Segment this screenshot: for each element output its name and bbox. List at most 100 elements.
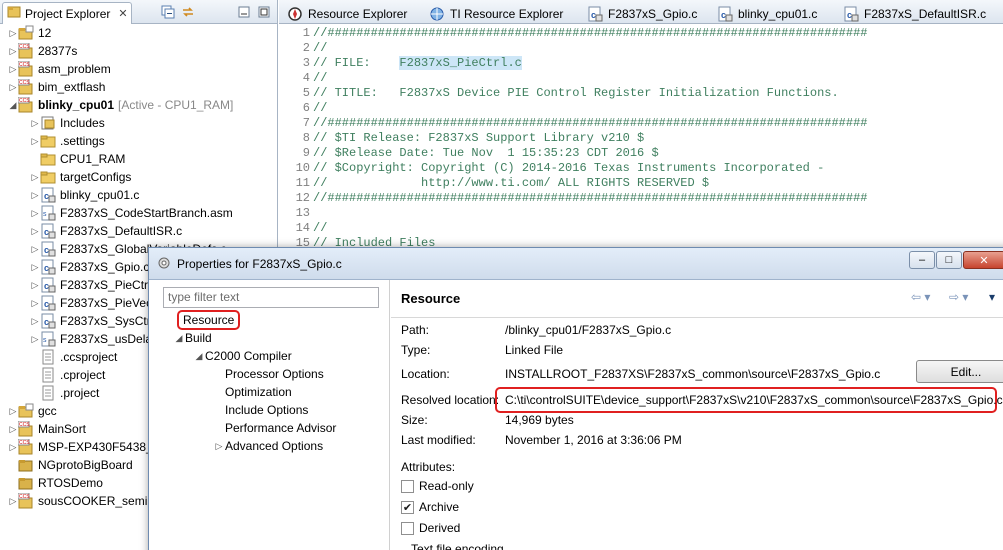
derived-checkbox[interactable]: Derived bbox=[401, 521, 460, 535]
expand-arrow-icon[interactable]: ▷ bbox=[213, 441, 225, 452]
tree-item[interactable]: ▷ c F2837xS_DefaultISR.c bbox=[0, 222, 277, 240]
tree-item[interactable]: ▷ CCS asm_problem bbox=[0, 60, 277, 78]
property-page-item[interactable]: Resource bbox=[149, 310, 389, 330]
tree-item[interactable]: ▷ .settings bbox=[0, 132, 277, 150]
svg-text:c: c bbox=[44, 263, 49, 273]
property-page-item[interactable]: ◢ Build bbox=[149, 329, 389, 347]
expand-arrow-icon[interactable]: ▷ bbox=[30, 190, 40, 201]
expand-arrow-icon[interactable]: ▷ bbox=[30, 172, 40, 183]
expand-arrow-icon[interactable]: ▷ bbox=[30, 262, 40, 273]
expand-arrow-icon[interactable]: ▷ bbox=[30, 316, 40, 327]
property-page-item[interactable]: Processor Options bbox=[149, 365, 389, 383]
includes-icon bbox=[40, 115, 56, 131]
expand-arrow-icon[interactable]: ◢ bbox=[8, 100, 18, 111]
maximize-view-icon[interactable] bbox=[256, 4, 272, 20]
code-text: // $TI Release: F2837xS Support Library … bbox=[313, 131, 645, 145]
code-text: // $Release Date: Tue Nov 1 15:35:23 CDT… bbox=[313, 146, 659, 160]
tab-project-explorer[interactable]: Project Explorer ✕ bbox=[2, 2, 132, 24]
expand-arrow-icon[interactable]: ▷ bbox=[8, 424, 18, 435]
tree-item[interactable]: ▷ CCS bim_extflash bbox=[0, 78, 277, 96]
svg-text:c: c bbox=[44, 227, 49, 237]
property-page-item[interactable]: ▷ Advanced Options bbox=[149, 437, 389, 455]
line-number: 8 bbox=[302, 131, 310, 145]
code-line: 13 bbox=[279, 206, 1003, 221]
tree-item-label: RTOSDemo bbox=[38, 476, 103, 490]
tree-item-label: .settings bbox=[60, 134, 105, 148]
link-with-editor-icon[interactable] bbox=[180, 4, 196, 20]
tree-item-label: .ccsproject bbox=[60, 350, 118, 364]
expand-arrow-icon[interactable]: ▷ bbox=[8, 28, 18, 39]
tree-item[interactable]: ▷ s F2837xS_CodeStartBranch.asm bbox=[0, 204, 277, 222]
expand-arrow-icon[interactable]: ▷ bbox=[30, 244, 40, 255]
text-file-icon bbox=[40, 349, 56, 365]
tree-item[interactable]: ▷ CCS 28377s bbox=[0, 42, 277, 60]
expand-arrow-icon[interactable]: ▷ bbox=[8, 496, 18, 507]
property-page-item[interactable]: ◢ C2000 Compiler bbox=[149, 347, 389, 365]
view-menu-icon[interactable]: ▾ bbox=[989, 290, 995, 304]
tree-item[interactable]: ◢ CCS blinky_cpu01 [Active - CPU1_RAM] bbox=[0, 96, 277, 114]
svg-text:c: c bbox=[44, 299, 49, 309]
property-page-item[interactable]: Performance Advisor bbox=[149, 419, 389, 437]
selected-text: F2837xS_PieCtrl.c bbox=[399, 56, 522, 70]
close-icon[interactable]: ✕ bbox=[118, 7, 127, 20]
archive-check-box[interactable]: ✔ bbox=[401, 500, 414, 514]
tree-item-label: bim_extflash bbox=[38, 80, 106, 94]
expand-arrow-icon[interactable]: ◢ bbox=[193, 351, 205, 362]
closed-project-icon bbox=[18, 457, 34, 473]
archive-checkbox[interactable]: ✔ Archive bbox=[401, 500, 459, 514]
expand-arrow-icon[interactable]: ▷ bbox=[8, 46, 18, 57]
read-only-checkbox[interactable]: Read-only bbox=[401, 479, 474, 493]
line-number: 9 bbox=[302, 146, 310, 160]
tree-item[interactable]: ▷ c blinky_cpu01.c bbox=[0, 186, 277, 204]
tree-item-label: 12 bbox=[38, 26, 52, 40]
folder-icon bbox=[40, 169, 56, 185]
editor-tab[interactable]: c F2837xS_Gpio.c bbox=[579, 3, 705, 24]
location-label: Location: bbox=[401, 367, 450, 381]
expand-arrow-icon[interactable]: ▷ bbox=[30, 136, 40, 147]
filter-input[interactable]: type filter text bbox=[163, 287, 379, 308]
edit-location-button[interactable]: Edit... bbox=[916, 360, 1003, 383]
maximize-button[interactable]: □ bbox=[936, 251, 962, 269]
tree-item[interactable]: ▷ targetConfigs bbox=[0, 168, 277, 186]
expand-arrow-icon[interactable]: ▷ bbox=[30, 226, 40, 237]
collapse-all-icon[interactable] bbox=[160, 4, 176, 20]
line-number: 3 bbox=[302, 56, 310, 70]
project-explorer-title: Project Explorer bbox=[25, 6, 111, 21]
tree-item[interactable]: ▷ 12 bbox=[0, 24, 277, 42]
forward-arrow-icon[interactable]: ⇨ ▾ bbox=[949, 290, 968, 304]
expand-arrow-icon[interactable]: ▷ bbox=[30, 298, 40, 309]
read-only-check-box[interactable] bbox=[401, 479, 414, 493]
minimize-button[interactable]: – bbox=[909, 251, 935, 269]
code-line: 6// bbox=[279, 101, 1003, 116]
tree-item[interactable]: CPU1_RAM bbox=[0, 150, 277, 168]
expand-arrow-icon[interactable]: ▷ bbox=[30, 334, 40, 345]
expand-arrow-icon[interactable]: ▷ bbox=[8, 442, 18, 453]
back-arrow-icon[interactable]: ⇦ ▾ bbox=[911, 290, 930, 304]
property-page-item[interactable]: Include Options bbox=[149, 401, 389, 419]
editor-tab[interactable]: c blinky_cpu01.c bbox=[709, 3, 825, 24]
tree-item[interactable]: ▷ Includes bbox=[0, 114, 277, 132]
editor-tab[interactable]: c F2837xS_DefaultISR.c bbox=[835, 3, 994, 24]
expand-arrow-icon[interactable]: ◢ bbox=[173, 333, 185, 344]
property-page-tree: Resource ◢ Build ◢ C2000 Compiler Processor O… bbox=[149, 310, 389, 455]
minimize-view-icon[interactable] bbox=[236, 4, 252, 20]
editor-tab[interactable]: TI Resource Explorer bbox=[421, 3, 571, 24]
close-button[interactable]: ✕ bbox=[963, 251, 1003, 269]
expand-arrow-icon[interactable]: ▷ bbox=[30, 208, 40, 219]
line-number: 13 bbox=[295, 206, 310, 220]
expand-arrow-icon[interactable]: ▷ bbox=[8, 406, 18, 417]
expand-arrow-icon[interactable]: ▷ bbox=[8, 82, 18, 93]
ccs-project-icon: CCS bbox=[18, 421, 34, 437]
code-text: //######################################… bbox=[313, 191, 868, 205]
property-page-label: Build bbox=[185, 331, 212, 345]
expand-arrow-icon[interactable]: ▷ bbox=[30, 118, 40, 129]
expand-arrow-icon[interactable]: ▷ bbox=[8, 64, 18, 75]
closed-project-icon bbox=[18, 475, 34, 491]
property-page-item[interactable]: Optimization bbox=[149, 383, 389, 401]
expand-arrow-icon[interactable]: ▷ bbox=[30, 280, 40, 291]
tree-item-label: 28377s bbox=[38, 44, 78, 58]
c-file-icon: c bbox=[40, 277, 56, 293]
ccs-project-icon: CCS bbox=[18, 493, 34, 509]
derived-check-box[interactable] bbox=[401, 521, 414, 535]
editor-tab[interactable]: Resource Explorer bbox=[279, 3, 415, 24]
